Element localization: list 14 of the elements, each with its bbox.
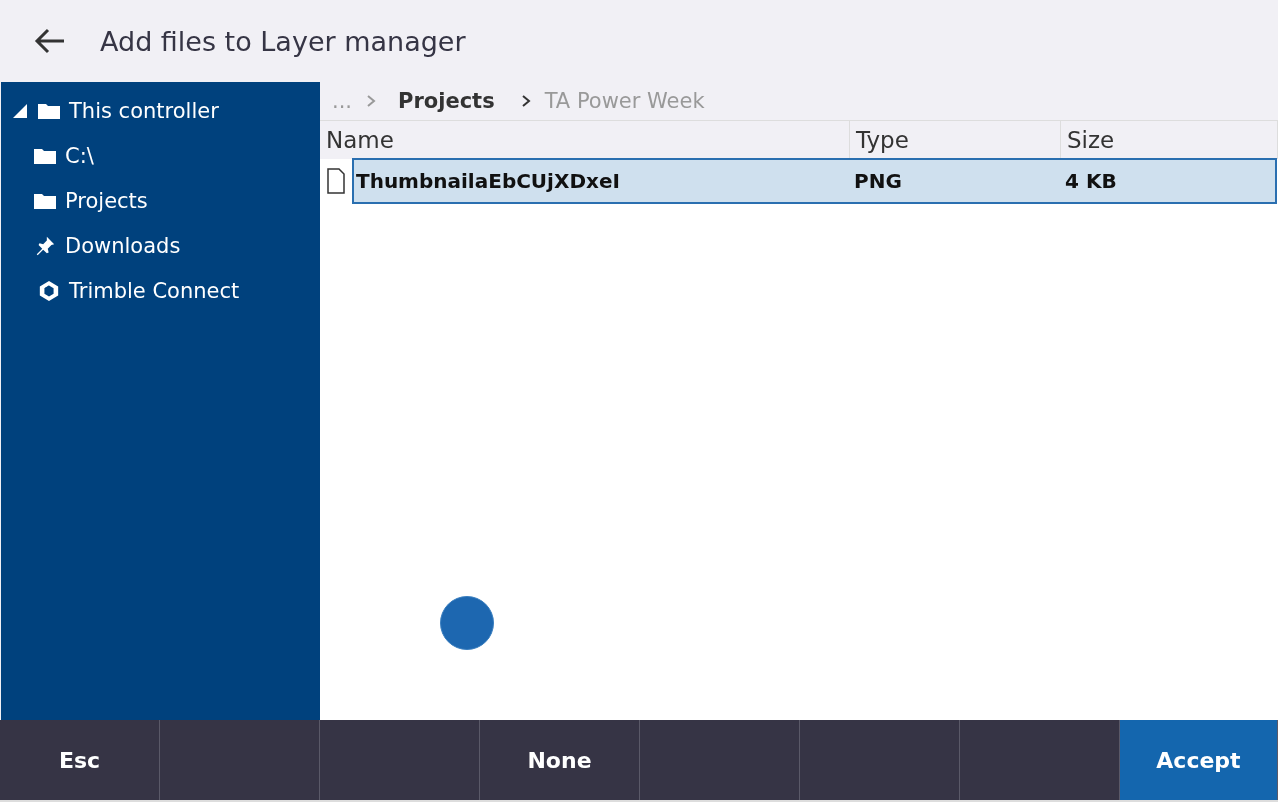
file-icon	[326, 168, 346, 194]
chevron-icon	[366, 93, 377, 108]
touch-indicator	[440, 596, 494, 650]
breadcrumb-item[interactable]: Projects	[390, 89, 507, 113]
sidebar-item[interactable]: C:\	[65, 143, 94, 168]
sidebar-item[interactable]: Projects	[65, 188, 148, 213]
sidebar-item[interactable]: This controller	[69, 98, 219, 123]
page-title: Add files to Layer manager	[100, 25, 466, 57]
softkey-button[interactable]: Accept	[1120, 720, 1278, 800]
hexagon-icon	[37, 279, 61, 302]
file-row[interactable]: ThumbnailaEbCUjXDxeI PNG 4 KB	[352, 158, 1277, 204]
sidebar-item[interactable]: Trimble Connect	[69, 278, 240, 303]
chevron-icon	[520, 93, 531, 108]
sidebar-item[interactable]: Downloads	[65, 233, 181, 258]
